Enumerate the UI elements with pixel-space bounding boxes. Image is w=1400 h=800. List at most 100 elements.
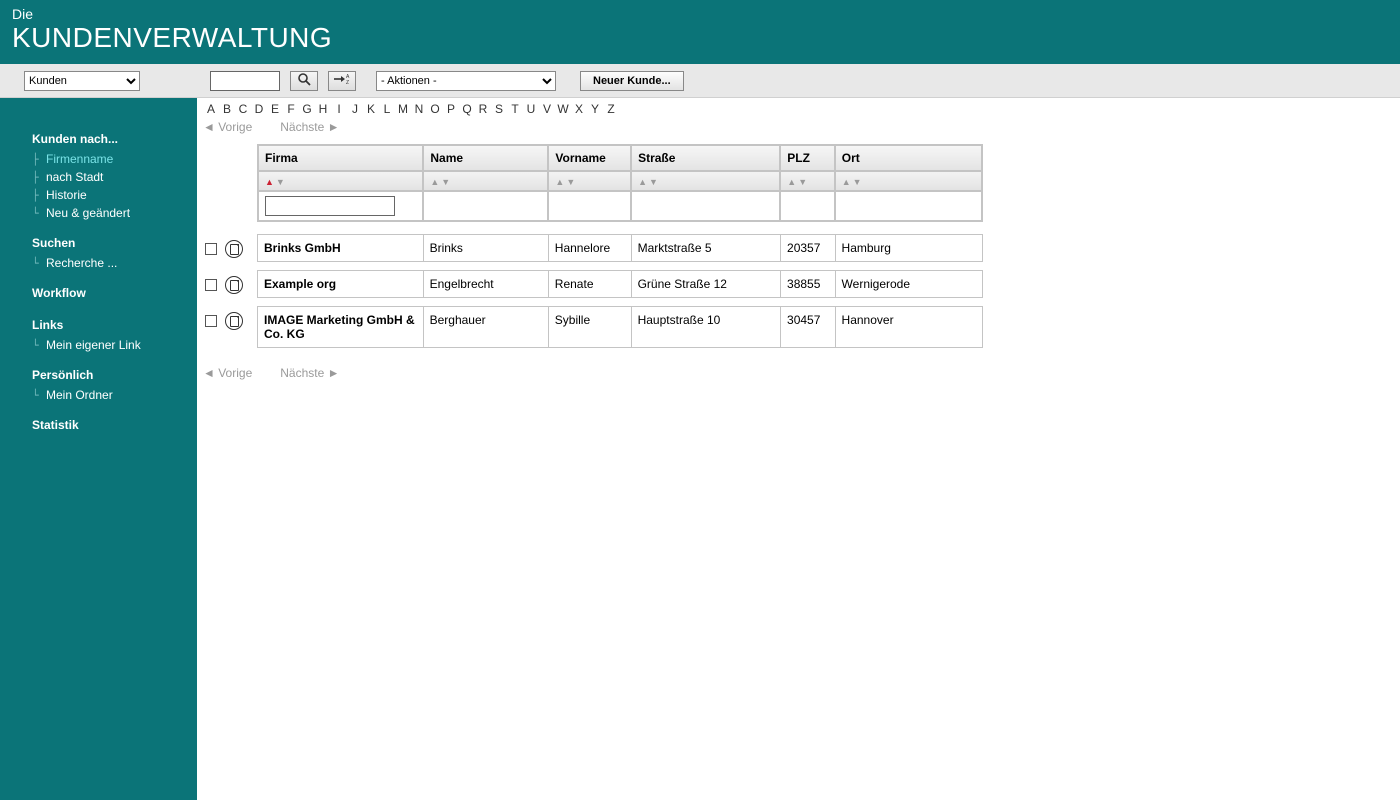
pager-prev[interactable]: ◄ Vorige <box>203 120 252 134</box>
alpha-letter[interactable]: Y <box>587 102 603 116</box>
actions-select[interactable]: - Aktionen - <box>376 71 556 91</box>
cell-firma: IMAGE Marketing GmbH & Co. KG <box>258 307 424 348</box>
new-customer-button[interactable]: Neuer Kunde... <box>580 71 684 91</box>
sort-desc-ort-icon[interactable]: ▼ <box>853 177 862 187</box>
table-row: IMAGE Marketing GmbH & Co. KGBerghauerSy… <box>203 306 1400 348</box>
th-strasse[interactable]: Straße <box>631 145 780 171</box>
cell-firma: Brinks GmbH <box>258 235 424 262</box>
alpha-letter[interactable]: H <box>315 102 331 116</box>
sort-desc-name-icon[interactable]: ▼ <box>441 177 450 187</box>
alpha-letter[interactable]: E <box>267 102 283 116</box>
tree-icon: └ <box>32 257 42 270</box>
sidebar-item-label: Mein eigener Link <box>46 338 141 352</box>
sort-desc-strasse-icon[interactable]: ▼ <box>649 177 658 187</box>
toolbar: Kunden A Z - Aktionen - Neuer Kunde... <box>0 64 1400 98</box>
tree-icon: └ <box>32 207 42 220</box>
cell-ort: Hamburg <box>835 235 982 262</box>
alpha-letter[interactable]: U <box>523 102 539 116</box>
alpha-letter[interactable]: O <box>427 102 443 116</box>
cell-plz: 38855 <box>781 271 836 298</box>
filter-firma-input[interactable] <box>265 196 395 216</box>
open-document-icon[interactable] <box>225 240 243 258</box>
alpha-letter[interactable]: V <box>539 102 555 116</box>
sort-asc-firma-icon[interactable]: ▲ <box>265 177 274 187</box>
sidebar-item[interactable]: └ Mein eigener Link <box>0 336 197 354</box>
svg-text:Z: Z <box>346 80 349 85</box>
alpha-letter[interactable]: Q <box>459 102 475 116</box>
alpha-letter[interactable]: C <box>235 102 251 116</box>
sidebar-item[interactable]: └Recherche ... <box>0 254 197 272</box>
table-row: Brinks GmbHBrinksHanneloreMarktstraße 52… <box>203 234 1400 262</box>
open-document-icon[interactable] <box>225 276 243 294</box>
sort-desc-plz-icon[interactable]: ▼ <box>798 177 807 187</box>
pager-bottom: ◄ Vorige Nächste ► <box>203 356 1400 380</box>
alpha-letter[interactable]: M <box>395 102 411 116</box>
sidebar-item[interactable]: ├nach Stadt <box>0 168 197 186</box>
th-vorname[interactable]: Vorname <box>548 145 631 171</box>
row-checkbox[interactable] <box>205 243 217 255</box>
scope-select[interactable]: Kunden <box>24 71 140 91</box>
cell-vorname: Sybille <box>548 307 631 348</box>
alpha-letter[interactable]: D <box>251 102 267 116</box>
alpha-letter[interactable]: N <box>411 102 427 116</box>
alpha-letter[interactable]: F <box>283 102 299 116</box>
app-header: Die KUNDENVERWALTUNG <box>0 0 1400 64</box>
alpha-letter[interactable]: G <box>299 102 315 116</box>
sort-asc-ort-icon[interactable]: ▲ <box>842 177 851 187</box>
sidebar-item[interactable]: └ Neu & geändert <box>0 204 197 222</box>
open-document-icon[interactable] <box>225 312 243 330</box>
alpha-letter[interactable]: P <box>443 102 459 116</box>
th-name[interactable]: Name <box>423 145 548 171</box>
alpha-filter: ABCDEFGHIJKLMNOPQRSTUVWXYZ <box>203 98 1400 116</box>
sidebar-heading: Persönlich <box>0 364 197 386</box>
sort-az-icon: A Z <box>333 73 351 88</box>
th-ort[interactable]: Ort <box>835 145 982 171</box>
sidebar: Kunden nach...├Firmenname├nach Stadt├His… <box>0 98 197 800</box>
sort-asc-name-icon[interactable]: ▲ <box>430 177 439 187</box>
tree-icon: ├ <box>32 153 42 166</box>
search-button[interactable] <box>290 71 318 91</box>
table-row: Example orgEngelbrechtRenateGrüne Straße… <box>203 270 1400 298</box>
sort-desc-firma-icon[interactable]: ▼ <box>276 177 285 187</box>
alpha-letter[interactable]: J <box>347 102 363 116</box>
alpha-letter[interactable]: B <box>219 102 235 116</box>
sidebar-item-label: Historie <box>46 188 87 202</box>
sidebar-item[interactable]: ├Firmenname <box>0 150 197 168</box>
th-firma[interactable]: Firma <box>258 145 423 171</box>
row-checkbox[interactable] <box>205 279 217 291</box>
th-plz[interactable]: PLZ <box>780 145 834 171</box>
sort-az-button[interactable]: A Z <box>328 71 356 91</box>
alpha-letter[interactable]: X <box>571 102 587 116</box>
cell-strasse: Hauptstraße 10 <box>631 307 780 348</box>
alpha-letter[interactable]: L <box>379 102 395 116</box>
alpha-letter[interactable]: S <box>491 102 507 116</box>
sort-asc-strasse-icon[interactable]: ▲ <box>638 177 647 187</box>
row-checkbox[interactable] <box>205 315 217 327</box>
cell-vorname: Hannelore <box>548 235 631 262</box>
pager-next-bottom[interactable]: Nächste ► <box>280 366 339 380</box>
sidebar-item[interactable]: └Mein Ordner <box>0 386 197 404</box>
sort-asc-vorname-icon[interactable]: ▲ <box>555 177 564 187</box>
pager-next[interactable]: Nächste ► <box>280 120 339 134</box>
pager-prev-bottom[interactable]: ◄ Vorige <box>203 366 252 380</box>
search-input[interactable] <box>210 71 280 91</box>
sidebar-item-label: nach Stadt <box>46 170 103 184</box>
alpha-letter[interactable]: I <box>331 102 347 116</box>
sidebar-heading: Statistik <box>0 414 197 436</box>
cell-ort: Hannover <box>835 307 982 348</box>
search-icon <box>297 72 311 89</box>
sidebar-item[interactable]: ├Historie <box>0 186 197 204</box>
cell-plz: 20357 <box>781 235 836 262</box>
alpha-letter[interactable]: A <box>203 102 219 116</box>
cell-vorname: Renate <box>548 271 631 298</box>
sidebar-item-label: Neu & geändert <box>46 206 130 220</box>
pager-top: ◄ Vorige Nächste ► <box>203 116 1400 144</box>
alpha-letter[interactable]: W <box>555 102 571 116</box>
alpha-letter[interactable]: T <box>507 102 523 116</box>
alpha-letter[interactable]: Z <box>603 102 619 116</box>
sort-desc-vorname-icon[interactable]: ▼ <box>566 177 575 187</box>
sort-asc-plz-icon[interactable]: ▲ <box>787 177 796 187</box>
alpha-letter[interactable]: K <box>363 102 379 116</box>
alpha-letter[interactable]: R <box>475 102 491 116</box>
tree-icon: └ <box>32 339 42 352</box>
